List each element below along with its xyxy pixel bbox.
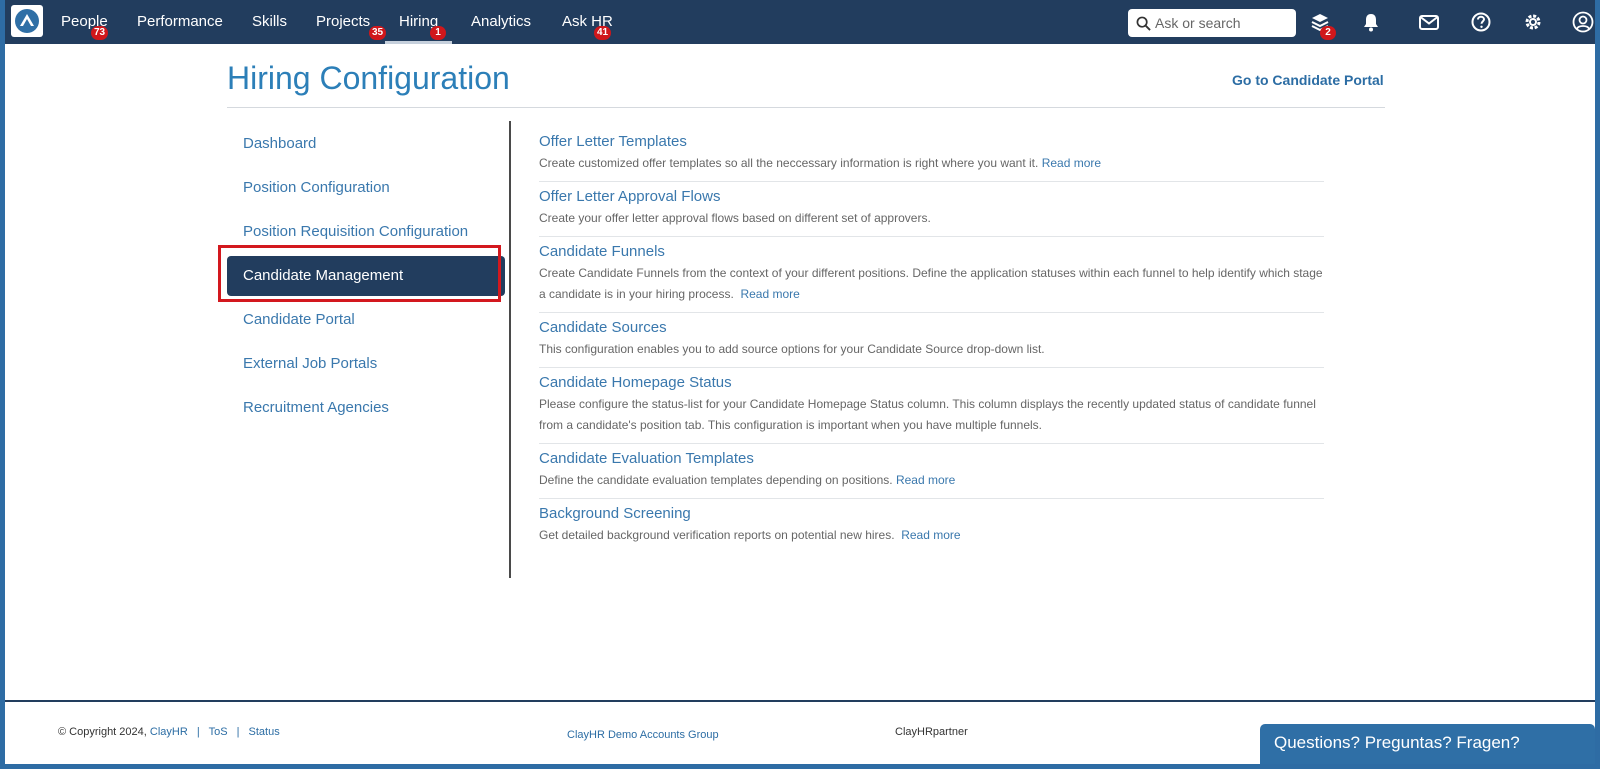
vertical-divider bbox=[509, 121, 511, 578]
nav-skills-label: Skills bbox=[252, 13, 288, 30]
config-list: Offer Letter Templates Create customized… bbox=[539, 127, 1324, 553]
sidebar-item-candidate-management[interactable]: Candidate Management bbox=[227, 256, 505, 296]
config-desc-text: Create your offer letter approval flows … bbox=[539, 211, 931, 225]
people-badge: 73 bbox=[91, 26, 109, 40]
read-more-link[interactable]: Read more bbox=[896, 473, 955, 487]
config-title[interactable]: Offer Letter Approval Flows bbox=[539, 186, 1324, 208]
read-more-link[interactable]: Read more bbox=[740, 287, 799, 301]
config-title[interactable]: Candidate Funnels bbox=[539, 241, 1324, 263]
projects-badge: 35 bbox=[369, 26, 387, 40]
footer-divider bbox=[5, 700, 1595, 702]
config-description: Create your offer letter approval flows … bbox=[539, 208, 1324, 229]
search-icon bbox=[1136, 16, 1151, 31]
config-description: Define the candidate evaluation template… bbox=[539, 470, 1324, 491]
config-title[interactable]: Candidate Evaluation Templates bbox=[539, 448, 1324, 470]
read-more-link[interactable]: Read more bbox=[1042, 156, 1101, 170]
page-title: Hiring Configuration bbox=[227, 60, 510, 96]
footer-separator: | bbox=[196, 726, 200, 738]
config-description: Please configure the status-list for you… bbox=[539, 394, 1324, 436]
partner-label: ClayHRpartner bbox=[895, 726, 968, 738]
bell-icon[interactable] bbox=[1359, 10, 1383, 34]
config-desc-text: Create customized offer templates so all… bbox=[539, 156, 1039, 170]
read-more-link[interactable]: Read more bbox=[901, 528, 960, 542]
config-candidate-sources: Candidate Sources This configuration ena… bbox=[539, 313, 1324, 368]
hiring-badge: 1 bbox=[430, 26, 446, 40]
config-candidate-evaluation-templates: Candidate Evaluation Templates Define th… bbox=[539, 444, 1324, 499]
config-background-screening: Background Screening Get detailed backgr… bbox=[539, 499, 1324, 553]
sidebar-item-recruitment-agencies[interactable]: Recruitment Agencies bbox=[227, 386, 505, 430]
go-to-candidate-portal-link[interactable]: Go to Candidate Portal bbox=[1232, 72, 1384, 88]
nav-analytics[interactable]: Analytics bbox=[471, 0, 531, 44]
chat-support-button[interactable]: Questions? Preguntas? Fragen? bbox=[1260, 724, 1595, 764]
ask-hr-badge: 41 bbox=[594, 26, 612, 40]
app-frame: People 73 Performance Skills Projects 35… bbox=[0, 0, 1600, 769]
config-desc-text: Define the candidate evaluation template… bbox=[539, 473, 893, 487]
config-desc-text: Please configure the status-list for you… bbox=[539, 397, 1316, 432]
config-offer-letter-templates: Offer Letter Templates Create customized… bbox=[539, 127, 1324, 182]
config-desc-text: Get detailed background verification rep… bbox=[539, 528, 895, 542]
config-description: This configuration enables you to add so… bbox=[539, 339, 1324, 360]
user-support-icon[interactable] bbox=[1571, 10, 1595, 34]
config-title[interactable]: Candidate Homepage Status bbox=[539, 372, 1324, 394]
gear-icon[interactable] bbox=[1521, 10, 1545, 34]
help-icon[interactable] bbox=[1469, 10, 1493, 34]
nav-projects-label: Projects bbox=[316, 13, 371, 30]
clayhr-logo[interactable] bbox=[11, 5, 43, 37]
sidebar-item-position-requisition-configuration[interactable]: Position Requisition Configuration bbox=[227, 210, 505, 254]
header-divider bbox=[227, 107, 1385, 108]
nav-skills[interactable]: Skills bbox=[252, 0, 287, 44]
config-desc-text: This configuration enables you to add so… bbox=[539, 342, 1045, 356]
search-input[interactable] bbox=[1155, 15, 1285, 31]
config-description: Create Candidate Funnels from the contex… bbox=[539, 263, 1324, 305]
copyright-text: © Copyright 2024, bbox=[58, 726, 147, 738]
config-candidate-homepage-status: Candidate Homepage Status Please configu… bbox=[539, 368, 1324, 444]
demo-accounts-group-link[interactable]: ClayHR Demo Accounts Group bbox=[567, 729, 719, 741]
nav-projects[interactable]: Projects bbox=[316, 0, 370, 44]
clayhr-link[interactable]: ClayHR bbox=[150, 726, 188, 738]
search-box[interactable] bbox=[1128, 9, 1296, 37]
config-offer-letter-approval-flows: Offer Letter Approval Flows Create your … bbox=[539, 182, 1324, 237]
footer-separator: | bbox=[236, 726, 240, 738]
config-desc-text: Create Candidate Funnels from the contex… bbox=[539, 266, 1323, 301]
sidebar-item-external-job-portals[interactable]: External Job Portals bbox=[227, 342, 505, 386]
config-title[interactable]: Background Screening bbox=[539, 503, 1324, 525]
top-navbar: People 73 Performance Skills Projects 35… bbox=[5, 0, 1595, 44]
config-candidate-funnels: Candidate Funnels Create Candidate Funne… bbox=[539, 237, 1324, 313]
config-sidebar: Dashboard Position Configuration Positio… bbox=[227, 122, 505, 430]
mail-icon[interactable] bbox=[1417, 10, 1441, 34]
config-description: Get detailed background verification rep… bbox=[539, 525, 1324, 546]
config-title[interactable]: Candidate Sources bbox=[539, 317, 1324, 339]
footer-copyright: © Copyright 2024, ClayHR | ToS | Status bbox=[58, 726, 280, 738]
learning-badge: 2 bbox=[1320, 26, 1336, 40]
nav-performance-label: Performance bbox=[137, 13, 223, 30]
config-description: Create customized offer templates so all… bbox=[539, 153, 1324, 174]
tos-link[interactable]: ToS bbox=[209, 726, 228, 738]
sidebar-item-position-configuration[interactable]: Position Configuration bbox=[227, 166, 505, 210]
sidebar-item-dashboard[interactable]: Dashboard bbox=[227, 122, 505, 166]
config-title[interactable]: Offer Letter Templates bbox=[539, 131, 1324, 153]
status-link[interactable]: Status bbox=[249, 726, 280, 738]
sidebar-item-candidate-portal[interactable]: Candidate Portal bbox=[227, 298, 505, 342]
nav-performance[interactable]: Performance bbox=[137, 0, 223, 44]
nav-analytics-label: Analytics bbox=[471, 13, 532, 30]
